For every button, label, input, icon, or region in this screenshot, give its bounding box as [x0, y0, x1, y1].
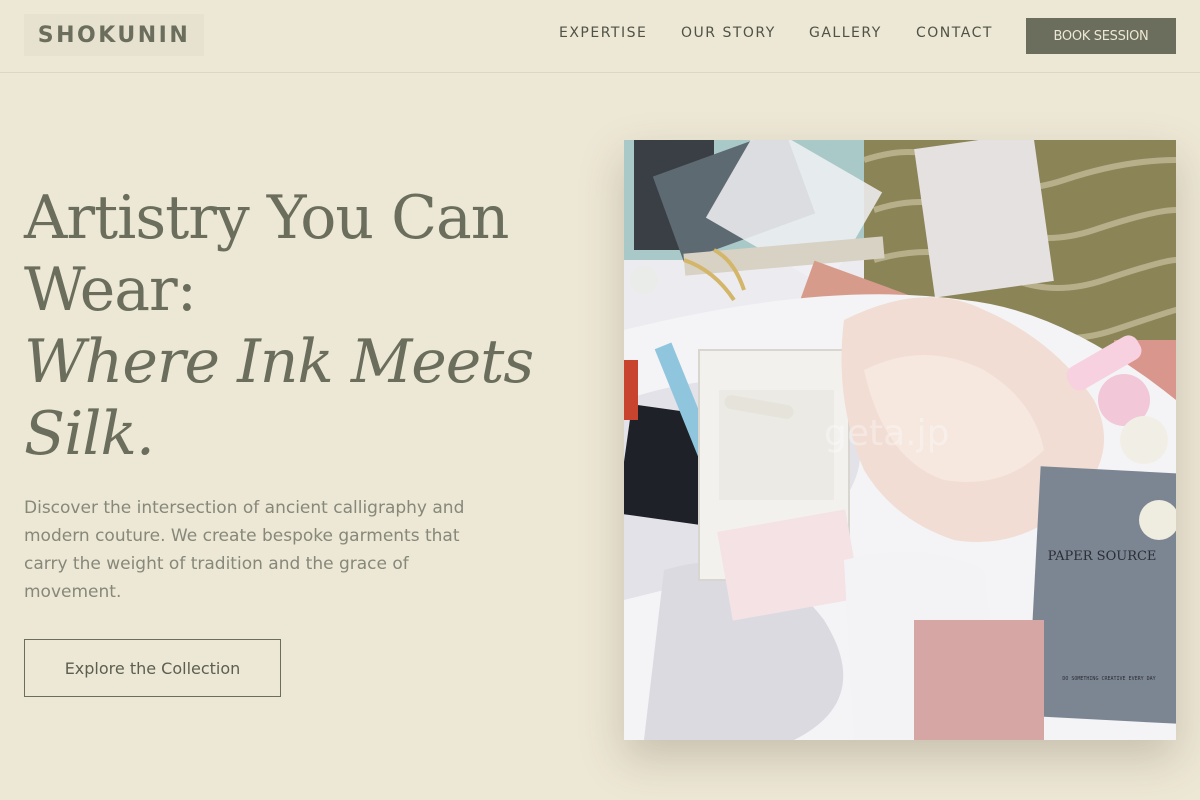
hero-title-line-2: Wear:: [24, 255, 197, 325]
nav-link-our-story[interactable]: OUR STORY: [681, 25, 776, 41]
logo[interactable]: SHOKUNIN: [24, 14, 204, 56]
nav-link-gallery[interactable]: GALLERY: [809, 25, 882, 41]
hero-title: Artistry You Can Wear: Where Ink Meets S…: [24, 182, 584, 470]
hero-title-italic-line-1: Where Ink Meets: [24, 327, 534, 397]
craft-table-illustration: geta.jp PAPER SOURCE DO SOMETHING CREATI…: [624, 140, 1176, 740]
hero-title-line-1: Artistry You Can: [24, 183, 509, 253]
site-header: SHOKUNIN EXPERTISE OUR STORY GALLERY CON…: [0, 0, 1200, 73]
watermark-text: geta.jp: [824, 413, 949, 454]
explore-collection-button[interactable]: Explore the Collection: [24, 639, 281, 697]
bag-tagline-text: DO SOMETHING CREATIVE EVERY DAY: [1062, 676, 1155, 682]
nav-link-expertise[interactable]: EXPERTISE: [559, 25, 647, 41]
book-session-button[interactable]: BOOK SESSION: [1026, 18, 1176, 54]
bag-brand-text: PAPER SOURCE: [1048, 549, 1157, 564]
brand-name: SHOKUNIN: [37, 22, 191, 48]
hero-title-italic-line-2: Silk.: [24, 399, 155, 469]
hero-photo: geta.jp PAPER SOURCE DO SOMETHING CREATI…: [624, 140, 1176, 740]
hero-description: Discover the intersection of ancient cal…: [24, 498, 465, 602]
nav-link-contact[interactable]: CONTACT: [916, 25, 993, 41]
